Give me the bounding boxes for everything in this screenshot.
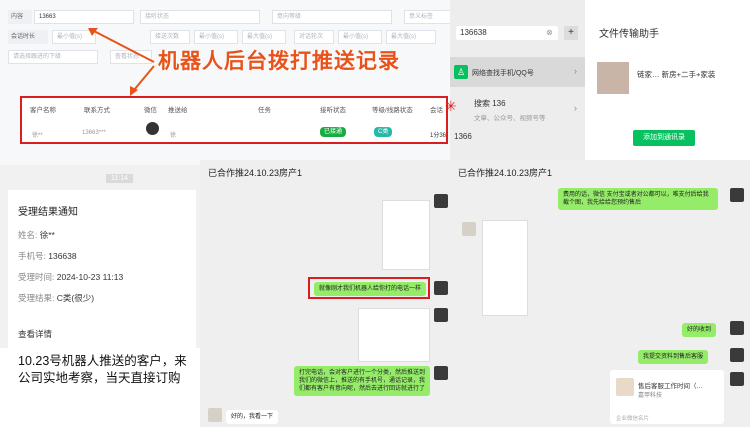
customer-avatar [208, 408, 222, 422]
search-item-web[interactable]: 搜索 136 [474, 98, 506, 109]
card-avatar [616, 378, 634, 396]
rounds-min-input[interactable]: 最小值(s) [338, 30, 382, 44]
screenshot-thumb[interactable] [382, 200, 430, 270]
search-item-web-sub: 文章、公众号、视频号等 [474, 115, 546, 122]
wechat-avatar [146, 122, 159, 135]
my-avatar [730, 321, 744, 335]
decoration-icon: ✳ [445, 98, 457, 114]
my-avatar [730, 348, 744, 362]
my-avatar [434, 281, 448, 295]
chevron-right-icon: › [574, 103, 577, 113]
payment-screenshot[interactable] [482, 220, 528, 316]
notice-date: 受理时间: 2024-10-23 11:13 [18, 272, 124, 282]
screenshot-thumb[interactable] [358, 308, 430, 362]
search-input[interactable]: 136638 [456, 26, 558, 40]
col-answer: 接听状态 [320, 107, 346, 114]
contact-avatar [597, 62, 629, 94]
phone-search-panel: 136638 ⊗ + ♙ 网络查找手机/QQ号 › 搜索 136 文章、公众号、… [450, 0, 585, 160]
col-phone: 联系方式 [84, 107, 110, 114]
my-avatar [434, 194, 448, 208]
chat1-title: 已合作推24.10.23房产1 [208, 168, 303, 178]
clear-icon[interactable]: ⊗ [546, 28, 553, 37]
intent-tag-select[interactable]: 意义标签 [404, 10, 450, 24]
add-button[interactable]: + [564, 26, 578, 40]
filter-row-1: 内容 13663 接听状态 意向等级 意义标签 [0, 10, 450, 26]
view-details-link[interactable]: 查看详情 [18, 328, 52, 340]
card-title: 售后客服工作时间（… [638, 383, 703, 390]
chat-window-1: 已合作推24.10.23房产1 就像刚才我们机器人给你打的电话一样 打完电话，会… [200, 160, 450, 427]
col-session: 会话 [430, 107, 443, 114]
caption: 10.23号机器人推送的客户，来公司实地考察，当天直接订购 [18, 354, 187, 385]
admin-panel: 内容 13663 接听状态 意向等级 意义标签 会话时长 最小值(s) 接送次数… [0, 0, 450, 165]
search-item-network-label: 网络查找手机/QQ号 [472, 70, 534, 77]
my-avatar [730, 188, 744, 202]
push-min-input[interactable]: 最小值(s) [194, 30, 238, 44]
add-contact-button[interactable]: 添加到通讯录 [633, 130, 695, 146]
col-task: 任务 [258, 107, 271, 114]
notice-result: 受理结果: C类(很少) [18, 293, 95, 303]
notice-time: 11:14 [106, 174, 133, 183]
my-avatar [730, 372, 744, 386]
msg-submit: 我提交资料到售后客服 [638, 350, 709, 364]
notice-phone: 手机号: 136638 [18, 251, 77, 261]
msg-customer: 好的，我看一下 [226, 410, 279, 424]
rounds-label[interactable]: 对话轮次 [294, 30, 334, 44]
card-footer: 企业微信名片 [616, 416, 650, 422]
filter-row-2: 会话时长 最小值(s) 接送次数 最小值(s) 最大值(s) 对话轮次 最小值(… [0, 30, 450, 46]
cell-pusher: 徐 [170, 133, 177, 139]
card-company: 嘉甲科技 [638, 393, 663, 399]
msg-robot-call: 就像刚才我们机器人给你打的电话一样 [314, 282, 426, 296]
msg-explain: 打完电话，会对客户进行一个分类，然后推送到我们的微信上，推送的有手机号，通话记录… [294, 366, 430, 396]
chat2-title: 已合作推24.10.23房产1 [458, 168, 553, 178]
status-badge: 已接通 [320, 127, 347, 137]
col-name: 客户名称 [30, 107, 56, 114]
cell-duration: 1分36 [430, 133, 447, 139]
my-avatar [434, 366, 448, 380]
col-wechat: 微信 [144, 107, 157, 114]
search-item-contact[interactable]: 1366 [454, 132, 472, 141]
rounds-max-input[interactable]: 最大值(s) [386, 30, 436, 44]
filter-label-content: 内容 [8, 10, 32, 24]
push-max-input[interactable]: 最大值(s) [242, 30, 286, 44]
records-table: 客户名称 联系方式 微信 推送给 任务 接听状态 等级/线路状态 会话 徐** … [20, 96, 448, 144]
annotation-arrows [88, 28, 155, 96]
cell-name: 徐** [32, 133, 43, 139]
customer-avatar [462, 222, 476, 236]
chat-window-2: 已合作推24.10.23房产1 费用的话，微信 支付宝或者对公都可以，唯支付后给… [450, 160, 750, 427]
notice-title: 受理结果通知 [18, 207, 78, 218]
msg-received: 好的收到 [682, 323, 717, 337]
chevron-right-icon: › [574, 66, 577, 76]
grade-badge: C类 [374, 127, 393, 137]
intent-level-select[interactable]: 意向等级 [272, 10, 392, 24]
result-notice: 11:14 受理结果通知 姓名: 徐** 手机号: 136638 受理时间: 2… [0, 165, 200, 427]
contact-card: 文件传输助手 链家… 新房+二手+家装 添加到通讯录 [585, 0, 750, 160]
col-grade: 等级/线路状态 [372, 107, 413, 114]
search-item-network[interactable]: ♙ 网络查找手机/QQ号 › [450, 57, 585, 87]
cell-phone: 13663*** [82, 130, 106, 136]
msg-payment: 费用的话，微信 支付宝或者对公都可以，唯支付后给我截个图，我先给给您预约售后 [558, 188, 718, 210]
person-icon: ♙ [454, 65, 468, 79]
contact-desc: 链家… 新房+二手+家装 [637, 70, 716, 79]
my-avatar [434, 308, 448, 322]
col-pushto: 推送给 [168, 107, 188, 114]
headline: 机器人后台拨打推送记录 [158, 50, 400, 73]
contact-title: 文件传输助手 [599, 29, 659, 40]
business-card[interactable]: 售后客服工作时间（… 嘉甲科技 企业微信名片 [610, 370, 724, 424]
notice-name: 姓名: 徐** [18, 230, 55, 240]
filter-label-duration: 会话时长 [8, 30, 48, 44]
